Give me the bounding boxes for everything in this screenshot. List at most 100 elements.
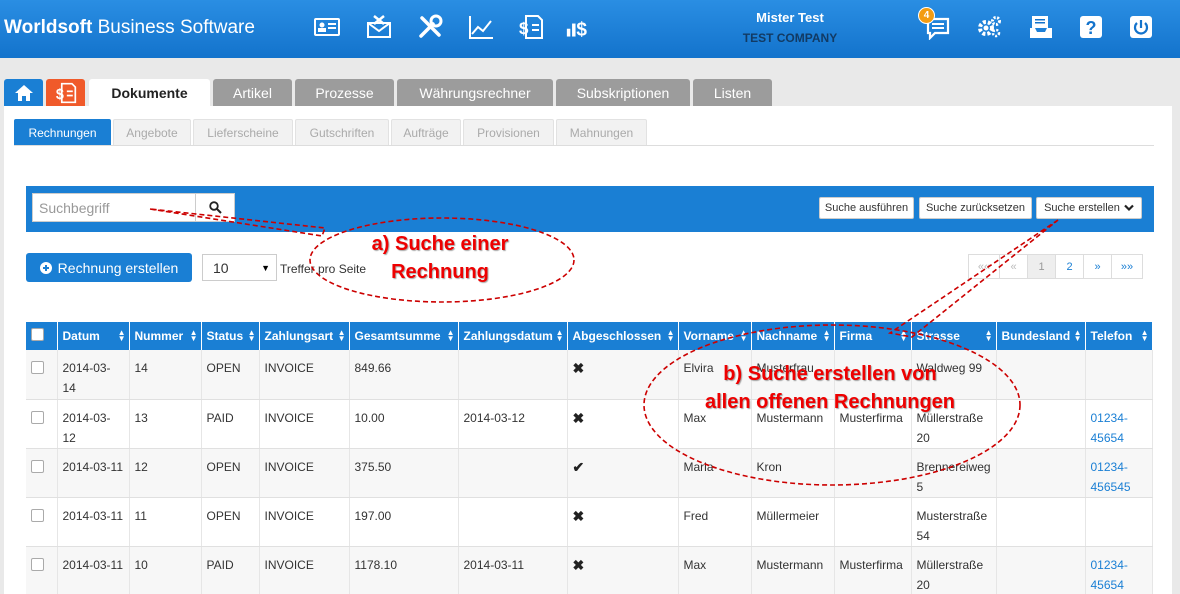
tab-prozesse[interactable]: Prozesse	[295, 79, 394, 106]
cell-telefon: 01234-45654	[1085, 546, 1153, 594]
column-header-label: Gesamtsumme	[354, 329, 441, 343]
annotation-b-text: b) Suche erstellen von allen offenen Rec…	[704, 363, 956, 413]
column-header[interactable]: Zahlungsart ▲ ▼	[259, 322, 350, 350]
table-row[interactable]: 2014-03-11 10 PAID INVOICE 1178.10 2014-…	[26, 546, 1153, 594]
contact-card-icon[interactable]	[313, 13, 341, 41]
phone-link[interactable]: 01234-456545	[1091, 460, 1131, 494]
sort-icon: ▲ ▼	[446, 328, 455, 343]
invoice-table: Datum ▲ ▼ Nummer ▲ ▼ Status ▲ ▼ Zahlungsart ▲ ▼ …	[26, 322, 1153, 594]
subtab-gutschriften[interactable]: Gutschriften	[295, 119, 389, 146]
phone-link[interactable]: 01234-45654	[1091, 411, 1128, 445]
column-header[interactable]: Status ▲ ▼	[201, 322, 260, 350]
cell-nachname: Mustermann	[751, 546, 835, 594]
svg-text:?: ?	[1086, 18, 1097, 38]
status-mark-icon: ✖	[572, 507, 585, 524]
user-info[interactable]: Mister Test TEST COMPANY	[690, 10, 890, 45]
documents-module-tab[interactable]: $	[46, 79, 85, 106]
column-header[interactable]: Zahlungsdatum ▲ ▼	[458, 322, 568, 350]
cell-telefon	[1085, 497, 1153, 547]
cell-telefon: 01234-456545	[1085, 448, 1153, 498]
column-header[interactable]: Telefon ▲ ▼	[1085, 322, 1153, 350]
subtab-angebote[interactable]: Angebote	[113, 119, 191, 146]
column-header[interactable]: Bundesland ▲ ▼	[996, 322, 1086, 350]
column-header[interactable]: Datum ▲ ▼	[57, 322, 130, 350]
power-icon[interactable]	[1127, 13, 1155, 41]
search-input[interactable]	[32, 193, 196, 222]
page-first-button[interactable]: ««	[968, 254, 1000, 279]
inbox-icon[interactable]	[1027, 13, 1055, 41]
subtab-rechnungen[interactable]: Rechnungen	[14, 119, 111, 146]
table-row[interactable]: 2014-03-14 14 OPEN INVOICE 849.66 ✖ Elvi…	[26, 350, 1153, 400]
tab-listen[interactable]: Listen	[693, 79, 772, 106]
tab-subskriptionen[interactable]: Subskriptionen	[556, 79, 690, 106]
cell-nummer: 10	[129, 546, 202, 594]
row-checkbox[interactable]	[31, 361, 44, 374]
brand-name-bold: Worldsoft	[4, 17, 93, 38]
column-header[interactable]: Abgeschlossen ▲ ▼	[567, 322, 679, 350]
invoice-dollar-icon[interactable]: $	[517, 13, 545, 41]
execute-search-button[interactable]: Suche ausführen	[819, 197, 914, 219]
row-select-cell	[26, 399, 58, 449]
tools-icon[interactable]	[416, 13, 444, 41]
cell-zahlungsdatum: 2014-03-12	[458, 399, 568, 449]
row-checkbox[interactable]	[31, 459, 44, 473]
column-header[interactable]: Vorname ▲ ▼	[678, 322, 752, 350]
table-row[interactable]: 2014-03-11 12 OPEN INVOICE 375.50 ✔ Mari…	[26, 448, 1153, 498]
subtab-lieferscheine[interactable]: Lieferscheine	[193, 119, 293, 146]
search-button[interactable]	[195, 193, 235, 222]
settings-icon[interactable]	[975, 13, 1003, 41]
annotation-a-text: a) Suche einer Rechnung	[371, 233, 509, 283]
page-prev-button[interactable]: «	[999, 254, 1028, 279]
table-row[interactable]: 2014-03-11 11 OPEN INVOICE 197.00 ✖ Fred…	[26, 497, 1153, 547]
svg-text:$: $	[519, 19, 529, 38]
table-header-row: Datum ▲ ▼ Nummer ▲ ▼ Status ▲ ▼ Zahlungsart ▲ ▼ …	[26, 322, 1153, 350]
column-header[interactable]: Strasse ▲ ▼	[911, 322, 997, 350]
subtab-mahnungen[interactable]: Mahnungen	[556, 119, 647, 146]
row-checkbox[interactable]	[31, 508, 44, 522]
column-header-label: Zahlungsdatum	[463, 329, 553, 343]
cell-datum: 2014-03-14	[57, 350, 130, 400]
tab-waehrungsrechner[interactable]: Währungsrechner	[397, 79, 553, 106]
page-1-button[interactable]: 1	[1027, 254, 1056, 279]
subtab-auftraege[interactable]: Aufträge	[391, 119, 461, 146]
chart-icon[interactable]	[467, 13, 495, 41]
row-select-cell	[26, 350, 58, 400]
tab-dokumente[interactable]: Dokumente	[89, 79, 210, 107]
cell-gesamtsumme: 197.00	[349, 497, 459, 547]
cell-bundesland	[996, 497, 1086, 547]
help-icon[interactable]: ?	[1077, 13, 1105, 41]
column-header[interactable]: Gesamtsumme ▲ ▼	[349, 322, 459, 350]
cell-abgeschlossen: ✖	[567, 497, 679, 547]
row-checkbox[interactable]	[31, 557, 44, 571]
bars-dollar-icon[interactable]: $	[565, 13, 593, 41]
pagination: «« « 1 2 » »»	[968, 254, 1143, 279]
row-checkbox[interactable]	[31, 410, 44, 424]
tab-artikel[interactable]: Artikel	[213, 79, 292, 106]
top-navigation-bar: Worldsoft Business Software $ $ Mister T…	[0, 0, 1180, 58]
cell-status: OPEN	[201, 497, 260, 547]
status-mark-icon: ✖	[572, 360, 585, 376]
sort-icon: ▲ ▼	[117, 328, 126, 343]
brand-name-rest: Business Software	[92, 17, 255, 38]
mail-icon[interactable]	[365, 13, 393, 41]
create-search-button[interactable]: Suche erstellen	[1036, 197, 1142, 219]
column-header-label: Telefon	[1090, 329, 1133, 343]
column-header[interactable]: Firma ▲ ▼	[834, 322, 912, 350]
reset-search-button[interactable]: Suche zurücksetzen	[919, 197, 1032, 219]
column-header[interactable]: Nachname ▲ ▼	[751, 322, 835, 350]
create-invoice-button[interactable]: Rechnung erstellen	[26, 253, 192, 282]
subtab-provisionen[interactable]: Provisionen	[463, 119, 554, 146]
cell-vorname: Max	[678, 546, 752, 594]
cell-zahlungsart: INVOICE	[259, 448, 350, 498]
table-row[interactable]: 2014-03-12 13 PAID INVOICE 10.00 2014-03…	[26, 399, 1153, 449]
page-next-button[interactable]: »	[1083, 254, 1112, 279]
page-last-button[interactable]: »»	[1111, 254, 1143, 279]
per-page-select[interactable]: 10 ▼	[202, 254, 277, 281]
page-2-button[interactable]: 2	[1055, 254, 1084, 279]
select-all-checkbox[interactable]	[31, 328, 44, 341]
column-header[interactable]: Nummer ▲ ▼	[129, 322, 202, 350]
column-header-label: Vorname	[683, 329, 734, 343]
cell-status: OPEN	[201, 448, 260, 498]
phone-link[interactable]: 01234-45654	[1091, 558, 1128, 592]
home-tab[interactable]	[4, 79, 43, 106]
